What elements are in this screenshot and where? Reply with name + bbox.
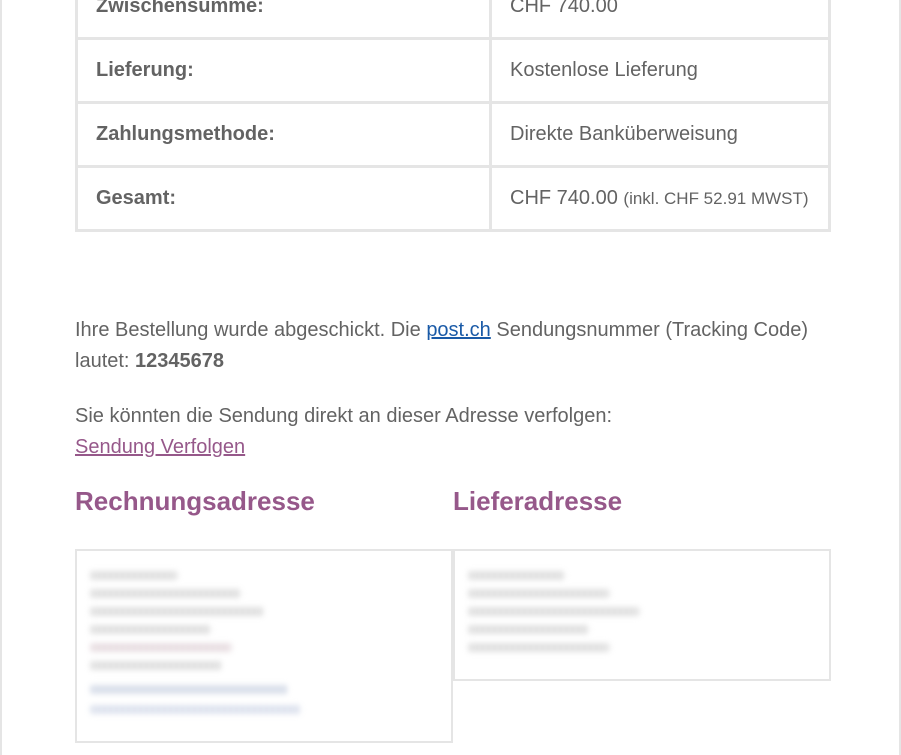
shipping-address-heading: Lieferadresse <box>453 486 623 516</box>
tracking-code: 12345678 <box>135 350 225 372</box>
payment-method: Direkte Banküberweisung <box>510 123 738 145</box>
subtotal-value: CHF 740.00 <box>489 0 831 40</box>
table-row: Zahlungsmethode: Direkte Banküberweisung <box>75 101 831 168</box>
billing-address-box <box>75 549 453 743</box>
payment-method-label: Zahlungsmethode: <box>75 101 492 168</box>
shipping-address-redacted <box>469 569 649 669</box>
tracking-message: Ihre Bestellung wurde abgeschickt. Die p… <box>75 315 835 377</box>
tracking-instructions: Sie könnten die Sendung direkt an dieser… <box>75 401 835 463</box>
tracking-instructions-text: Sie könnten die Sendung direkt an dieser… <box>75 405 613 427</box>
subtotal-label: Zwischensumme: <box>75 0 492 40</box>
total-label: Gesamt: <box>75 165 492 232</box>
subtotal-amount: CHF 740.00 <box>510 0 618 17</box>
tracking-message-prefix: Ihre Bestellung wurde abgeschickt. Die <box>75 319 427 341</box>
track-shipment-link[interactable]: Sendung Verfolgen <box>75 436 245 458</box>
shipping-value: Kostenlose Lieferung <box>489 37 831 104</box>
shipping-method: Kostenlose Lieferung <box>510 59 698 81</box>
total-value: CHF 740.00 (inkl. CHF 52.91 MWST) <box>489 165 831 232</box>
shipping-label: Lieferung: <box>75 37 492 104</box>
total-amount: CHF 740.00 <box>510 187 618 209</box>
table-row: Lieferung: Kostenlose Lieferung <box>75 37 831 104</box>
table-row: Gesamt: CHF 740.00 (inkl. CHF 52.91 MWST… <box>75 165 831 232</box>
payment-method-value: Direkte Banküberweisung <box>489 101 831 168</box>
post-ch-link[interactable]: post.ch <box>426 319 490 341</box>
billing-address-redacted <box>91 567 311 727</box>
order-totals-table: Zwischensumme: CHF 740.00 Lieferung: Kos… <box>75 0 831 232</box>
shipping-address-box <box>453 549 831 681</box>
table-row: Zwischensumme: CHF 740.00 <box>75 0 831 40</box>
tax-note: (inkl. CHF 52.91 MWST) <box>623 189 809 208</box>
billing-address-heading: Rechnungsadresse <box>75 486 315 516</box>
